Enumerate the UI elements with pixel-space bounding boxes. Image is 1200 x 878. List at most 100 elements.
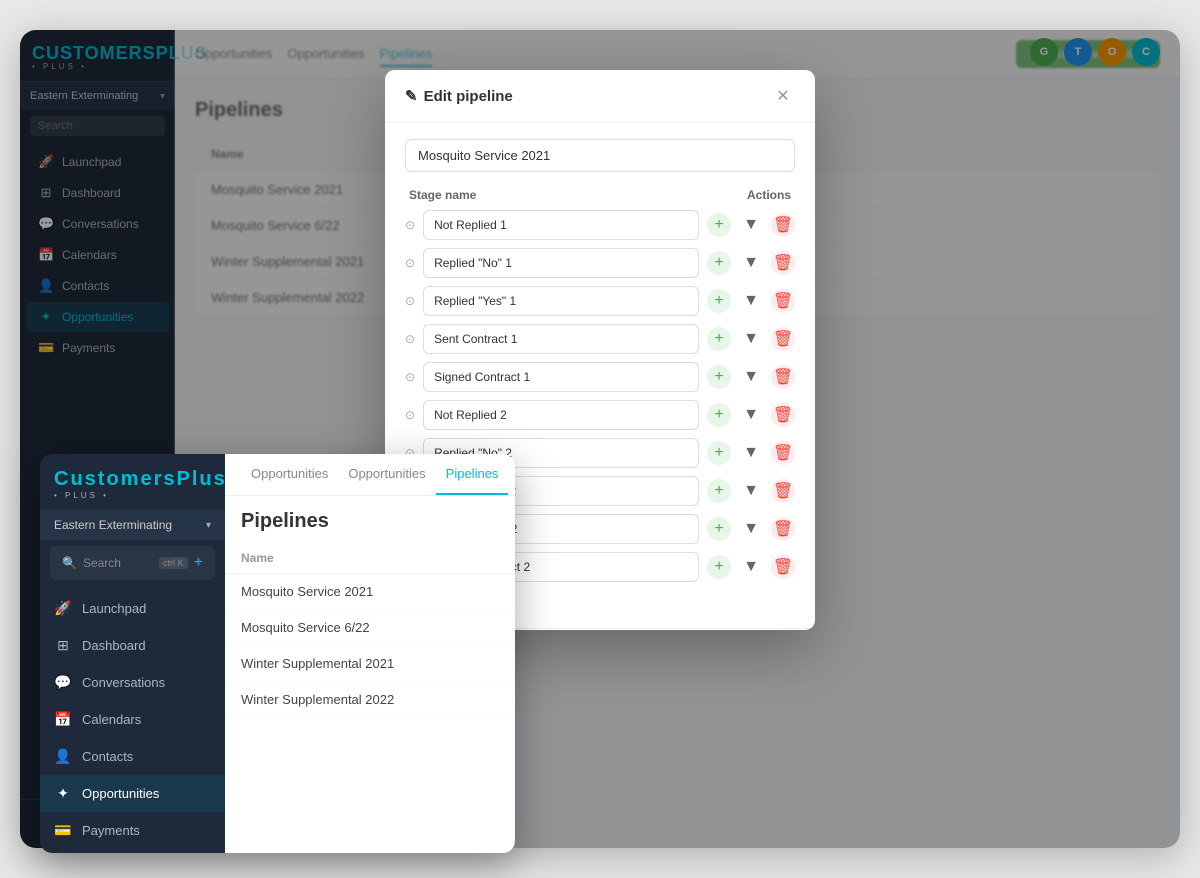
fg-tab-opportunities1[interactable]: Opportunities: [241, 454, 338, 495]
stage-delete-button-8[interactable]: 🗑: [771, 517, 795, 541]
stage-delete-button-5[interactable]: 🗑: [771, 403, 795, 427]
stage-name-label: Stage name: [409, 188, 476, 202]
fg-table-row-3[interactable]: Winter Supplemental 2022: [225, 682, 515, 718]
fg-nav-item-contacts[interactable]: 👤 Contacts: [40, 738, 225, 775]
fg-contacts-icon: 👤: [54, 748, 72, 765]
fg-org-selector[interactable]: Eastern Exterminating ▾: [40, 510, 225, 540]
modal-header: ✎ Edit pipeline ✕: [385, 70, 815, 123]
drag-handle-icon[interactable]: ⊙: [405, 218, 415, 232]
fg-pipelines-title: Pipelines: [225, 496, 515, 543]
fg-launchpad-icon: 🚀: [54, 600, 72, 617]
stage-activate-button-2[interactable]: +: [707, 289, 731, 313]
stage-row-0: ⊙ + ▼ 🗑: [405, 210, 795, 240]
fg-tab-pipelines[interactable]: Pipelines: [436, 454, 509, 495]
fg-payments-icon: 💳: [54, 822, 72, 839]
stage-delete-button-9[interactable]: 🗑: [771, 555, 795, 579]
stage-row-2: ⊙ + ▼ 🗑: [405, 286, 795, 316]
fg-table-row-0[interactable]: Mosquito Service 2021: [225, 574, 515, 610]
stage-filter-button-8[interactable]: ▼: [739, 517, 763, 541]
fg-nav-item-payments[interactable]: 💳 Payments: [40, 812, 225, 849]
fg-table-header: Name: [225, 543, 515, 574]
stage-activate-button-4[interactable]: +: [707, 365, 731, 389]
pipeline-name-input[interactable]: [405, 139, 795, 172]
fg-conversations-icon: 💬: [54, 674, 72, 691]
fg-logo-text: CustomersPlus: [54, 468, 211, 491]
fg-tab-opportunities2[interactable]: Opportunities: [338, 454, 435, 495]
edit-icon: ✎: [405, 87, 418, 105]
modal-title: ✎ Edit pipeline: [405, 87, 513, 105]
stage-filter-button-5[interactable]: ▼: [739, 403, 763, 427]
drag-handle-icon[interactable]: ⊙: [405, 256, 415, 270]
stage-activate-button-7[interactable]: +: [707, 479, 731, 503]
stage-filter-button-2[interactable]: ▼: [739, 289, 763, 313]
fg-sidebar: CustomersPlus • PLUS • Eastern Extermina…: [40, 454, 225, 853]
fg-nav-label: Payments: [82, 823, 140, 838]
stage-delete-button-6[interactable]: 🗑: [771, 441, 795, 465]
actions-label: Actions: [747, 188, 791, 202]
drag-handle-icon[interactable]: ⊙: [405, 408, 415, 422]
stage-activate-button-3[interactable]: +: [707, 327, 731, 351]
fg-main-tabs: Opportunities Opportunities Pipelines: [225, 454, 515, 496]
fg-search-placeholder: Search: [83, 556, 153, 570]
fg-dashboard-icon: ⊞: [54, 637, 72, 654]
stage-activate-button-0[interactable]: +: [707, 213, 731, 237]
stage-delete-button-2[interactable]: 🗑: [771, 289, 795, 313]
stage-input-5[interactable]: [423, 400, 699, 430]
stages-header: Stage name Actions: [405, 188, 795, 202]
fg-nav-label: Dashboard: [82, 638, 146, 653]
stage-activate-button-5[interactable]: +: [707, 403, 731, 427]
fg-nav-label: Opportunities: [82, 786, 159, 801]
fg-nav-label: Conversations: [82, 675, 165, 690]
fg-nav-label: Calendars: [82, 712, 141, 727]
stage-filter-button-7[interactable]: ▼: [739, 479, 763, 503]
drag-handle-icon[interactable]: ⊙: [405, 370, 415, 384]
fg-logo-sub: • PLUS •: [54, 491, 211, 500]
stage-delete-button-4[interactable]: 🗑: [771, 365, 795, 389]
stage-input-2[interactable]: [423, 286, 699, 316]
stage-activate-button-1[interactable]: +: [707, 251, 731, 275]
stage-input-1[interactable]: [423, 248, 699, 278]
fg-search-add-icon[interactable]: +: [194, 554, 203, 572]
fg-nav-label: Contacts: [82, 749, 133, 764]
fg-table-row-1[interactable]: Mosquito Service 6/22: [225, 610, 515, 646]
stage-activate-button-8[interactable]: +: [707, 517, 731, 541]
stage-filter-button-4[interactable]: ▼: [739, 365, 763, 389]
stage-filter-button-0[interactable]: ▼: [739, 213, 763, 237]
fg-search-kbd: ctrl K: [159, 557, 188, 569]
fg-nav-item-conversations[interactable]: 💬 Conversations: [40, 664, 225, 701]
foreground-panel: CustomersPlus • PLUS • Eastern Extermina…: [40, 454, 515, 853]
fg-search-bar[interactable]: 🔍 Search ctrl K +: [50, 546, 215, 580]
fg-nav-item-dashboard[interactable]: ⊞ Dashboard: [40, 627, 225, 664]
stage-delete-button-3[interactable]: 🗑: [771, 327, 795, 351]
fg-nav: 🚀 Launchpad ⊞ Dashboard 💬 Conversations …: [40, 586, 225, 853]
stage-delete-button-7[interactable]: 🗑: [771, 479, 795, 503]
fg-main-panel: Opportunities Opportunities Pipelines Pi…: [225, 454, 515, 853]
stage-row-1: ⊙ + ▼ 🗑: [405, 248, 795, 278]
fg-nav-item-calendars[interactable]: 📅 Calendars: [40, 701, 225, 738]
stage-activate-button-9[interactable]: +: [707, 555, 731, 579]
fg-chevron-down-icon: ▾: [206, 520, 211, 531]
fg-opportunities-icon: ✦: [54, 785, 72, 802]
fg-search-icon: 🔍: [62, 556, 77, 570]
stage-filter-button-1[interactable]: ▼: [739, 251, 763, 275]
stage-input-4[interactable]: [423, 362, 699, 392]
fg-table-row-2[interactable]: Winter Supplemental 2021: [225, 646, 515, 682]
modal-close-button[interactable]: ✕: [771, 84, 795, 108]
stage-filter-button-9[interactable]: ▼: [739, 555, 763, 579]
fg-org-name: Eastern Exterminating: [54, 518, 172, 532]
drag-handle-icon[interactable]: ⊙: [405, 294, 415, 308]
stage-filter-button-3[interactable]: ▼: [739, 327, 763, 351]
fg-logo: CustomersPlus • PLUS •: [40, 454, 225, 510]
stage-delete-button-1[interactable]: 🗑: [771, 251, 795, 275]
stage-activate-button-6[interactable]: +: [707, 441, 731, 465]
stage-input-0[interactable]: [423, 210, 699, 240]
stage-row-5: ⊙ + ▼ 🗑: [405, 400, 795, 430]
stage-input-3[interactable]: [423, 324, 699, 354]
stage-row-4: ⊙ + ▼ 🗑: [405, 362, 795, 392]
stage-filter-button-6[interactable]: ▼: [739, 441, 763, 465]
fg-nav-item-opportunities[interactable]: ✦ Opportunities: [40, 775, 225, 812]
fg-nav-item-launchpad[interactable]: 🚀 Launchpad: [40, 590, 225, 627]
drag-handle-icon[interactable]: ⊙: [405, 332, 415, 346]
stage-row-3: ⊙ + ▼ 🗑: [405, 324, 795, 354]
stage-delete-button-0[interactable]: 🗑: [771, 213, 795, 237]
